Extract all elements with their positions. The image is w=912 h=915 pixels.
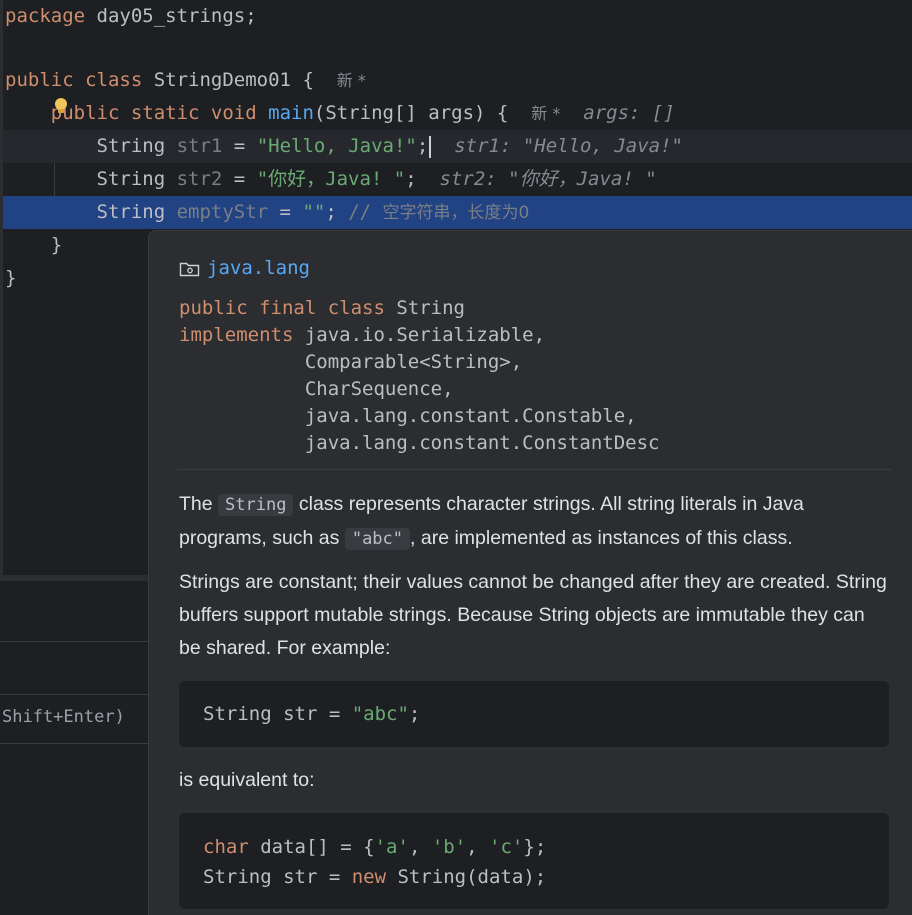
doc-text: The bbox=[179, 493, 219, 515]
operator: = bbox=[222, 135, 257, 157]
decl-interface: java.lang.constant.Constable, bbox=[304, 405, 637, 427]
decl-interface: CharSequence, bbox=[304, 378, 454, 400]
inlay-hint: args: [] bbox=[583, 102, 675, 124]
keyword: package bbox=[5, 5, 86, 27]
quick-documentation-popup[interactable]: java.lang public final class String impl… bbox=[148, 230, 912, 915]
code-text: }; bbox=[523, 836, 547, 858]
tool-window-panel bbox=[0, 575, 148, 915]
semicolon: ; bbox=[405, 168, 417, 190]
decl-interface: java.io.Serializable, bbox=[304, 324, 546, 346]
char-literal: 'a' bbox=[374, 836, 409, 858]
brace: } bbox=[5, 267, 17, 289]
doc-paragraph-2: Strings are constant; their values canno… bbox=[179, 571, 887, 659]
decl-implements: implements bbox=[179, 324, 294, 346]
code-example-1: String str = "abc"; bbox=[179, 681, 889, 747]
panel-divider bbox=[0, 694, 148, 695]
shortcut-hint: Shift+Enter) bbox=[2, 707, 125, 727]
operator: = bbox=[222, 168, 257, 190]
inline-code: "abc" bbox=[344, 528, 411, 550]
code-line-2[interactable]: public class StringDemo01 { 新 * bbox=[0, 64, 912, 97]
comment-marker: // bbox=[348, 201, 383, 223]
code-text: , bbox=[408, 836, 432, 858]
new-badge: 新 * bbox=[336, 71, 366, 90]
package-link[interactable]: java.lang bbox=[179, 255, 310, 281]
doc-paragraph-3: is equivalent to: bbox=[179, 769, 315, 791]
code-text: String(data); bbox=[386, 866, 547, 888]
inline-code: String bbox=[218, 494, 294, 516]
panel-divider bbox=[0, 641, 148, 642]
type-name: String bbox=[96, 168, 177, 190]
string-literal: "你好，Java! " bbox=[256, 168, 406, 190]
package-name: java.lang bbox=[207, 257, 310, 279]
string-literal: "Hello, Java!" bbox=[256, 135, 417, 157]
class-name: StringDemo01 bbox=[142, 69, 303, 91]
doc-paragraph-1: The String class represents character st… bbox=[179, 488, 889, 556]
method-params: (String[] args) { bbox=[313, 102, 509, 124]
package-name: day05_strings; bbox=[85, 5, 257, 27]
inlay-hint: str2: "你好，Java! " bbox=[439, 168, 657, 190]
code-line-6-selected[interactable]: String emptyStr = ""; // 空字符串，长度为0 bbox=[0, 196, 912, 229]
decl-interface: java.lang.constant.ConstantDesc bbox=[304, 432, 660, 454]
code-line-3[interactable]: public static void main(String[] args) {… bbox=[0, 97, 912, 130]
variable-name: str2 bbox=[176, 168, 223, 190]
variable-name: str1 bbox=[176, 135, 223, 157]
variable-name: emptyStr bbox=[176, 201, 269, 223]
brace: { bbox=[302, 69, 314, 91]
type-name: String bbox=[96, 135, 177, 157]
type-name: String bbox=[96, 201, 177, 223]
code-text: String str = bbox=[203, 866, 352, 888]
decl-class-name: String bbox=[384, 297, 465, 319]
code-line-4[interactable]: String str1 = "Hello, Java!"; str1: "Hel… bbox=[0, 130, 912, 163]
line-comment: 空字符串，长度为0 bbox=[382, 203, 530, 223]
semicolon: ; bbox=[325, 201, 349, 223]
gutter-edge bbox=[0, 0, 3, 575]
char-literal: 'b' bbox=[431, 836, 467, 858]
text-caret bbox=[429, 135, 432, 158]
panel-splitter[interactable] bbox=[0, 575, 148, 581]
code-line-5[interactable]: String str2 = "你好，Java! "; str2: "你好，Jav… bbox=[0, 163, 912, 196]
code-text: , bbox=[466, 836, 490, 858]
code-example-2: char data[] = {'a', 'b', 'c'}; String st… bbox=[179, 813, 889, 909]
doc-text: , are implemented as instances of this c… bbox=[410, 527, 793, 549]
keyword: new bbox=[351, 866, 387, 888]
method-name: main bbox=[268, 102, 314, 124]
package-icon bbox=[179, 262, 200, 276]
panel-divider bbox=[0, 743, 148, 744]
keyword: char bbox=[203, 836, 249, 858]
brace: } bbox=[50, 234, 63, 256]
keyword: ublic static void bbox=[62, 102, 257, 124]
new-badge: 新 * bbox=[531, 104, 561, 123]
semicolon: ; bbox=[416, 135, 429, 157]
string-literal: "abc" bbox=[351, 703, 409, 725]
keyword: public class bbox=[5, 69, 143, 91]
popup-divider bbox=[177, 469, 892, 470]
lightbulb-icon[interactable] bbox=[54, 98, 68, 114]
decl-interface: Comparable<String>, bbox=[304, 351, 523, 373]
inlay-hint: str1: "Hello, Java!" bbox=[454, 135, 683, 157]
decl-modifiers: public final class bbox=[179, 297, 385, 319]
string-literal: "" bbox=[302, 201, 326, 223]
semicolon: ; bbox=[408, 703, 421, 725]
code-line-1[interactable]: package day05_strings; bbox=[0, 0, 912, 33]
class-declaration: public final class String implements jav… bbox=[179, 295, 659, 457]
code-text: String str = bbox=[203, 703, 352, 725]
char-literal: 'c' bbox=[489, 836, 524, 858]
operator: = bbox=[268, 201, 303, 223]
code-text: data[] = { bbox=[248, 836, 375, 858]
